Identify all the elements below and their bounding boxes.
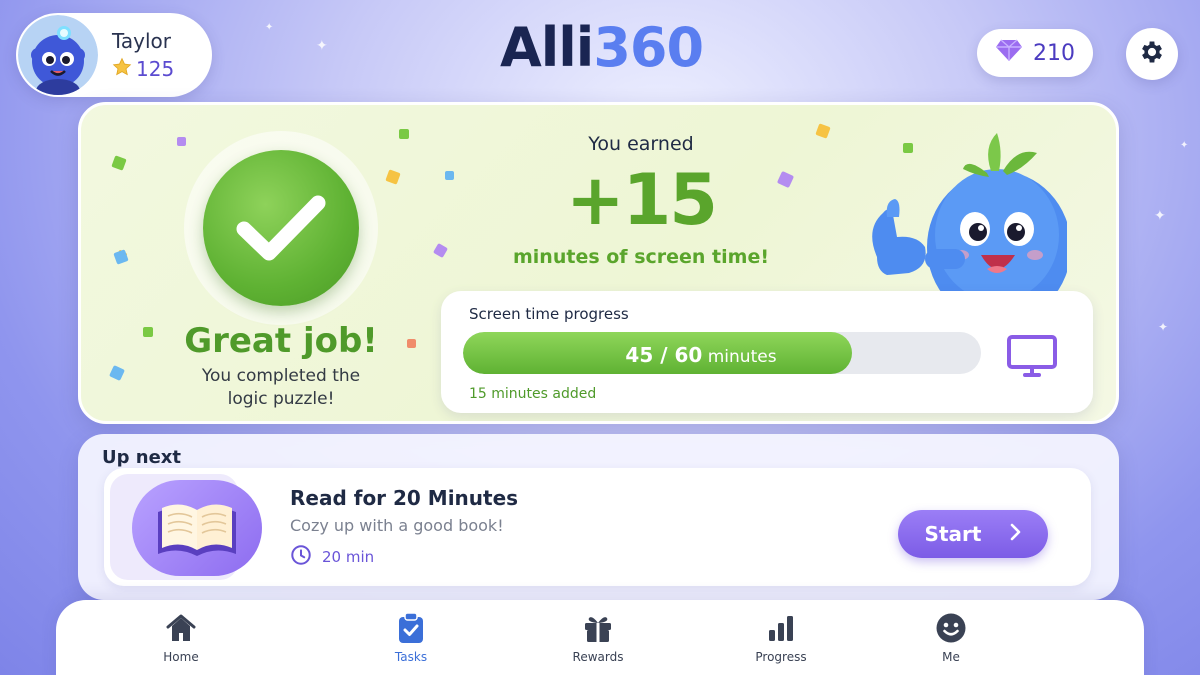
confetti (109, 365, 125, 381)
start-button[interactable]: Start (898, 510, 1048, 558)
bar-chart-icon (766, 612, 796, 644)
earned-unit: minutes of screen time! (513, 246, 769, 268)
minutes-added: 15 minutes added (469, 386, 597, 402)
gem-balance[interactable]: 210 (977, 29, 1093, 77)
confetti (399, 129, 409, 139)
success-subtext: You completed the logic puzzle! (201, 366, 361, 409)
smiley-icon (935, 612, 967, 644)
progress-title: Screen time progress (469, 305, 629, 323)
task-subtitle: Cozy up with a good book! (290, 516, 504, 535)
sparkle-icon: ✦ (1180, 140, 1189, 151)
nav-progress[interactable]: Progress (736, 612, 826, 664)
confetti (815, 123, 831, 139)
book-icon (132, 480, 262, 576)
up-next-title: Up next (102, 447, 182, 468)
confetti (113, 249, 129, 265)
mascot-illustration (847, 117, 1071, 323)
screen-time-progress: Screen time progress 45 / 60 minutes 15 … (441, 291, 1093, 413)
gem-icon (995, 38, 1023, 68)
confetti (111, 155, 127, 171)
sparkle-icon: ✦ (265, 22, 274, 33)
gift-icon (583, 612, 613, 644)
nav-rewards[interactable]: Rewards (553, 612, 643, 664)
task-card[interactable]: Read for 20 Minutes Cozy up with a good … (104, 468, 1091, 586)
clipboard-check-icon (397, 612, 425, 644)
sparkle-icon: ✦ (1154, 208, 1166, 224)
confetti (432, 242, 449, 259)
earned-label: You earned (588, 133, 694, 155)
nav-me[interactable]: Me (906, 612, 996, 664)
sparkle-icon: ✦ (1158, 320, 1169, 334)
nav-tasks[interactable]: Tasks (366, 612, 456, 664)
avatar (18, 15, 98, 95)
home-icon (165, 612, 197, 644)
star-count: 125 (136, 57, 175, 81)
profile-name: Taylor (112, 28, 172, 53)
confetti (445, 171, 454, 180)
up-next-section: Up next Read for 20 Minutes Cozy up with… (78, 434, 1119, 600)
bottom-navigation: Home Tasks Rewards Progress Me (56, 600, 1144, 675)
gem-count: 210 (1033, 40, 1075, 66)
profile-chip[interactable]: Taylor 125 (16, 13, 212, 97)
progress-value: 45 / 60 minutes (625, 343, 777, 367)
task-duration: 20 min (290, 544, 374, 570)
chevron-right-icon (1009, 522, 1021, 546)
sparkle-icon: ✦ (316, 38, 328, 54)
gear-icon (1138, 38, 1166, 70)
confetti (776, 170, 795, 189)
app-logo: Alli360 (500, 16, 704, 79)
success-headline: Great job! (184, 321, 378, 361)
settings-button[interactable] (1126, 28, 1178, 80)
nav-home[interactable]: Home (136, 612, 226, 664)
clock-icon (290, 544, 312, 570)
star-icon (112, 57, 132, 82)
success-check-icon (203, 150, 359, 306)
confetti (385, 169, 401, 185)
earned-amount: +15 (565, 159, 718, 241)
confetti (177, 137, 186, 146)
monitor-icon (1007, 335, 1057, 383)
reward-card: Great job! You completed the logic puzzl… (78, 102, 1119, 424)
task-title: Read for 20 Minutes (290, 486, 519, 510)
